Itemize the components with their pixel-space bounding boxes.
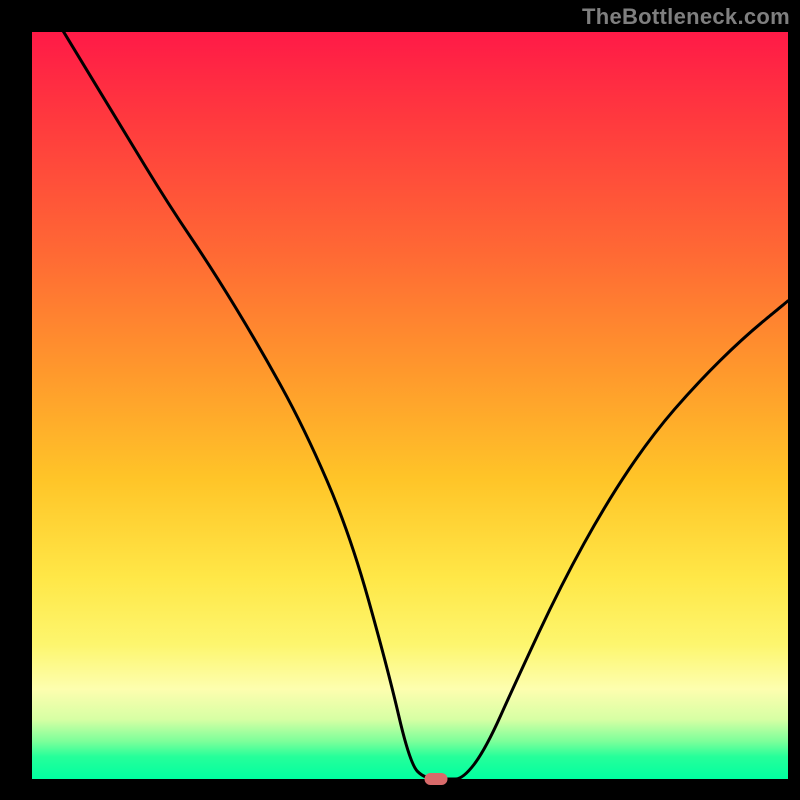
curve-layer	[32, 32, 788, 779]
chart-frame: TheBottleneck.com	[0, 0, 800, 800]
optimal-point-marker	[425, 773, 448, 785]
plot-area	[32, 32, 788, 779]
bottleneck-curve	[32, 0, 788, 779]
attribution-text: TheBottleneck.com	[582, 4, 790, 30]
